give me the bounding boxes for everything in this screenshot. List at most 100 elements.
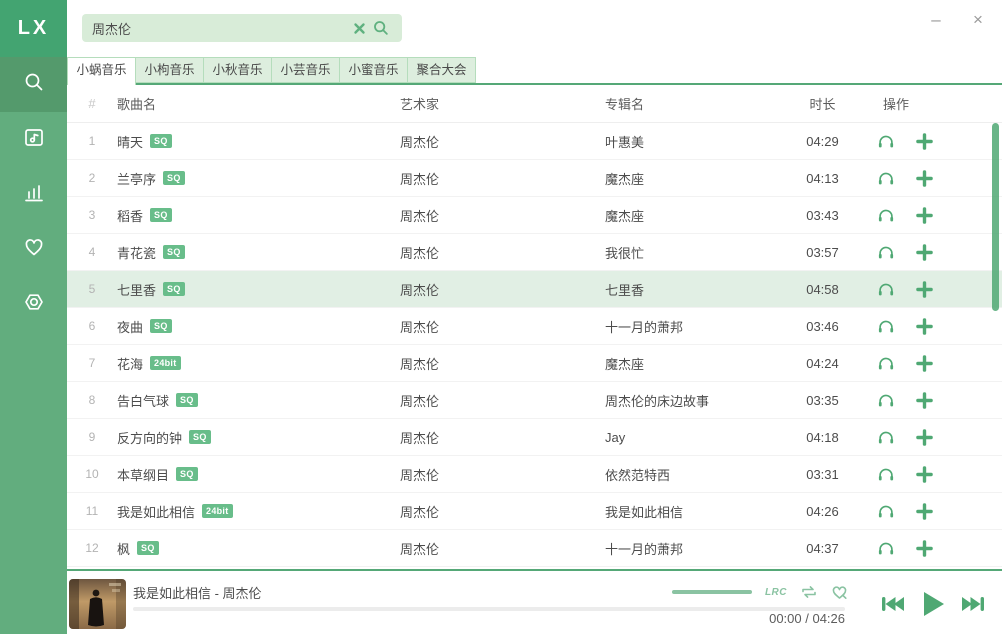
add-icon[interactable] [913,278,935,300]
table-row[interactable]: 2 兰亭序 SQ 周杰伦 魔杰座 04:13 [67,160,1002,197]
row-actions [865,167,1002,189]
table-row[interactable]: 8 告白气球 SQ 周杰伦 周杰伦的床边故事 03:35 [67,382,1002,419]
add-icon[interactable] [913,537,935,559]
artist-name: 周杰伦 [400,428,605,447]
listen-icon[interactable] [875,537,897,559]
minimize-button[interactable]: – [922,8,950,32]
row-song-cell: 花海 24bit [117,354,400,373]
add-icon[interactable] [913,241,935,263]
add-icon[interactable] [913,500,935,522]
sidebar-item-settings[interactable] [0,277,67,332]
add-icon[interactable] [913,315,935,337]
add-icon[interactable] [913,130,935,152]
previous-icon[interactable] [880,593,906,615]
sidebar-item-songlist[interactable] [0,112,67,167]
quality-badge: SQ [150,134,172,148]
add-icon[interactable] [913,389,935,411]
row-song-cell: 夜曲 SQ [117,317,400,336]
play-icon[interactable] [920,590,946,618]
search-box[interactable] [82,14,402,42]
song-name: 七里香 [117,280,156,299]
row-index: 12 [67,541,117,555]
tab-source-3[interactable]: 小秋音乐 [203,57,272,83]
table-row[interactable]: 1 晴天 SQ 周杰伦 叶惠美 04:29 [67,123,1002,160]
tab-source-1[interactable]: 小蜗音乐 [67,57,136,85]
row-actions [865,500,1002,522]
duration: 04:37 [780,541,865,556]
tab-source-4[interactable]: 小芸音乐 [271,57,340,83]
add-icon[interactable] [913,426,935,448]
table-row[interactable]: 9 反方向的钟 SQ 周杰伦 Jay 04:18 [67,419,1002,456]
sidebar: LX [0,0,67,634]
listen-icon[interactable] [875,204,897,226]
leaderboard-icon [22,180,46,209]
listen-icon[interactable] [875,241,897,263]
album-name: Jay [605,430,780,445]
table-row[interactable]: 4 青花瓷 SQ 周杰伦 我很忙 03:57 [67,234,1002,271]
tab-source-2[interactable]: 小枸音乐 [135,57,204,83]
album-name: 我是如此相信 [605,502,780,521]
quality-badge: 24bit [150,356,181,370]
song-name: 夜曲 [117,317,143,336]
listen-icon[interactable] [875,315,897,337]
duration: 03:46 [780,319,865,334]
lrc-icon[interactable]: LRC [765,583,787,601]
listen-icon[interactable] [875,426,897,448]
add-icon[interactable] [913,167,935,189]
table-row[interactable]: 3 稻香 SQ 周杰伦 魔杰座 03:43 [67,197,1002,234]
quality-badge: SQ [150,208,172,222]
listen-icon[interactable] [875,463,897,485]
volume-slider[interactable] [672,590,752,594]
album-art[interactable] [69,579,126,629]
listen-icon[interactable] [875,130,897,152]
add-icon[interactable] [913,204,935,226]
row-song-cell: 晴天 SQ [117,132,400,151]
header-actions: 操作 [865,94,1002,113]
row-index: 3 [67,208,117,222]
listen-icon[interactable] [875,500,897,522]
add-icon[interactable] [913,463,935,485]
listen-icon[interactable] [875,278,897,300]
row-song-cell: 告白气球 SQ [117,391,400,410]
search-input[interactable] [92,21,348,36]
artist-name: 周杰伦 [400,243,605,262]
table-row[interactable]: 12 枫 SQ 周杰伦 十一月的萧邦 04:37 [67,530,1002,567]
search-submit-icon[interactable] [370,17,392,39]
table-row[interactable]: 11 我是如此相信 24bit 周杰伦 我是如此相信 04:26 [67,493,1002,530]
header-artist: 艺术家 [400,94,605,113]
table-row[interactable]: 7 花海 24bit 周杰伦 魔杰座 04:24 [67,345,1002,382]
song-name: 青花瓷 [117,243,156,262]
song-name: 晴天 [117,132,143,151]
sidebar-item-search[interactable] [0,57,67,112]
row-song-cell: 兰亭序 SQ [117,169,400,188]
row-actions [865,241,1002,263]
next-icon[interactable] [960,593,986,615]
player-options: LRC [672,583,848,601]
listen-icon[interactable] [875,389,897,411]
row-song-cell: 七里香 SQ [117,280,400,299]
row-actions [865,463,1002,485]
repeat-icon[interactable] [800,583,818,601]
tabs-strip: 小蜗音乐小枸音乐小秋音乐小芸音乐小蜜音乐聚合大会 [67,57,1002,85]
table-row[interactable]: 5 七里香 SQ 周杰伦 七里香 04:58 [67,271,1002,308]
duration: 04:13 [780,171,865,186]
scrollbar-thumb[interactable] [992,123,999,311]
listen-icon[interactable] [875,352,897,374]
listen-icon[interactable] [875,167,897,189]
close-button[interactable]: × [964,8,992,32]
sidebar-item-leaderboard[interactable] [0,167,67,222]
heart-icon[interactable] [831,583,848,601]
quality-badge: SQ [176,467,198,481]
row-actions [865,278,1002,300]
album-name: 叶惠美 [605,132,780,151]
sidebar-item-love[interactable] [0,222,67,277]
clear-icon[interactable] [348,17,370,39]
add-icon[interactable] [913,352,935,374]
tab-source-5[interactable]: 小蜜音乐 [339,57,408,83]
progress-bar[interactable] [133,607,845,611]
table-row[interactable]: 6 夜曲 SQ 周杰伦 十一月的萧邦 03:46 [67,308,1002,345]
tab-source-6[interactable]: 聚合大会 [407,57,476,83]
row-song-cell: 枫 SQ [117,539,400,558]
table-row[interactable]: 10 本草纲目 SQ 周杰伦 依然范特西 03:31 [67,456,1002,493]
row-index: 1 [67,134,117,148]
